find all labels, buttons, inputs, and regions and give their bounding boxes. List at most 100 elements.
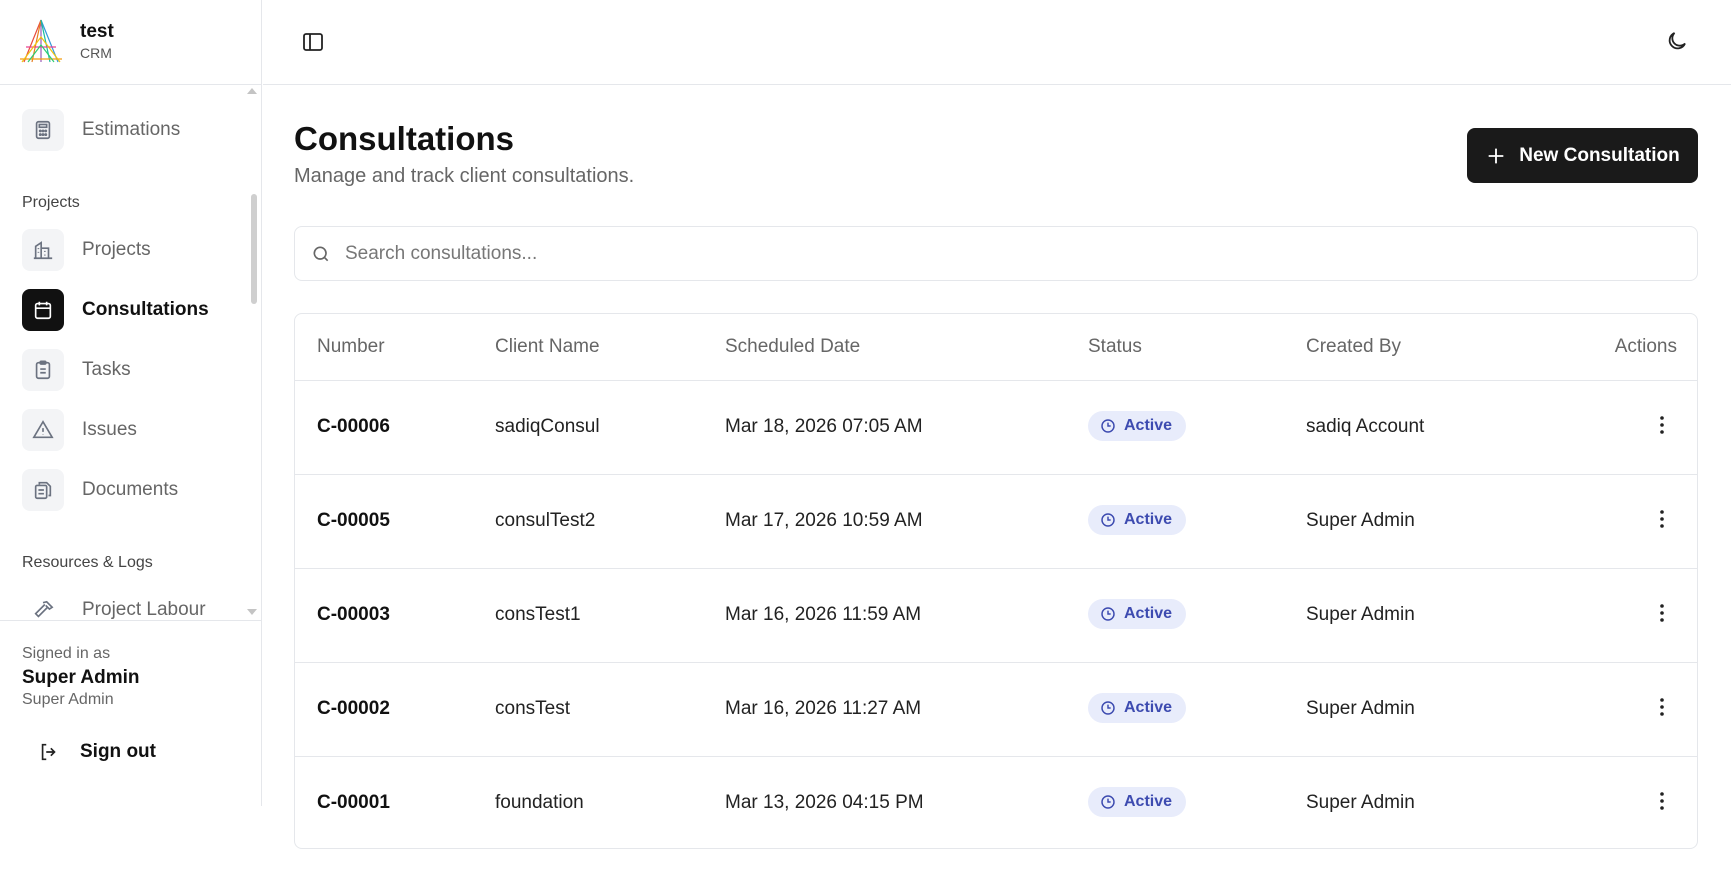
clock-icon (1101, 419, 1115, 433)
table-row[interactable]: C-00006 sadiqConsul Mar 18, 2026 07:05 A… (295, 381, 1697, 475)
consultation-number[interactable]: C-00002 (317, 698, 390, 720)
calculator-icon (22, 109, 64, 151)
sidebar-scrollbar[interactable] (251, 194, 257, 304)
more-vertical-icon[interactable] (1650, 507, 1674, 531)
sidebar-item-label: Project Labour (82, 599, 206, 620)
more-vertical-icon[interactable] (1650, 695, 1674, 719)
scheduled-date: Mar 13, 2026 04:15 PM (725, 792, 924, 813)
client-name: consulTest2 (495, 510, 596, 531)
calendar-icon (22, 289, 64, 331)
scheduled-date: Mar 18, 2026 07:05 AM (725, 416, 923, 437)
column-header-actions: Actions (1614, 336, 1677, 357)
sidebar-item-estimations[interactable]: Estimations (22, 108, 180, 152)
alert-triangle-icon (22, 409, 64, 451)
status-label: Active (1124, 793, 1173, 810)
user-info: Signed in as Super Admin Super Admin (0, 620, 261, 709)
column-header-number[interactable]: Number (317, 336, 385, 358)
client-name: consTest (495, 698, 570, 719)
sidebar-item-consultations[interactable]: Consultations (22, 288, 209, 332)
sidebar: test CRM Estimations Projects Projects C… (0, 0, 262, 806)
sidebar-toggle-icon[interactable] (301, 30, 325, 54)
clock-icon (1101, 513, 1115, 527)
search-bar (294, 226, 1698, 281)
sidebar-item-issues[interactable]: Issues (22, 408, 137, 452)
nav-section-resources: Resources & Logs (22, 554, 153, 571)
table-row[interactable]: C-00003 consTest1 Mar 16, 2026 11:59 AM … (295, 569, 1697, 663)
clock-icon (1101, 795, 1115, 809)
page-title: Consultations (294, 120, 514, 157)
sidebar-item-projects[interactable]: Projects (22, 228, 151, 272)
plus-icon (1488, 148, 1504, 163)
sidebar-item-documents[interactable]: Documents (22, 468, 178, 512)
created-by: sadiq Account (1306, 416, 1425, 437)
brand-name: test (80, 21, 114, 42)
sidebar-item-label: Issues (82, 419, 137, 440)
sign-out-label: Sign out (80, 741, 156, 762)
logout-icon (41, 743, 56, 761)
sidebar-item-project-labour[interactable]: Project Labour (22, 588, 206, 620)
moon-icon[interactable] (1665, 29, 1689, 53)
logo-icon (20, 19, 62, 63)
table-row[interactable]: C-00002 consTest Mar 16, 2026 11:27 AM A… (295, 663, 1697, 757)
sign-out-button[interactable]: Sign out (38, 741, 156, 763)
status-label: Active (1124, 605, 1173, 622)
scroll-down-arrow[interactable] (247, 609, 257, 615)
consultation-number[interactable]: C-00003 (317, 604, 390, 626)
clipboard-icon (22, 349, 64, 391)
sidebar-item-label: Tasks (82, 359, 131, 380)
nav-section-projects: Projects (22, 194, 80, 211)
consultations-table: Number Client Name Scheduled Date Status… (294, 313, 1698, 849)
sidebar-item-label: Projects (82, 239, 151, 260)
status-badge: Active (1088, 411, 1187, 441)
status-label: Active (1124, 511, 1173, 528)
new-consultation-label: New Consultation (1519, 144, 1680, 166)
search-input[interactable] (345, 242, 1645, 265)
clock-icon (1101, 607, 1115, 621)
clock-icon (1101, 701, 1115, 715)
column-header-scheduled-date[interactable]: Scheduled Date (725, 336, 860, 358)
signed-in-label: Signed in as (22, 645, 111, 662)
sidebar-item-label: Estimations (82, 119, 181, 140)
scheduled-date: Mar 16, 2026 11:27 AM (725, 698, 922, 719)
table-row[interactable]: C-00001 foundation Mar 13, 2026 04:15 PM… (295, 757, 1697, 848)
consultation-number[interactable]: C-00005 (317, 510, 390, 532)
consultation-number[interactable]: C-00001 (317, 792, 390, 814)
status-label: Active (1124, 699, 1173, 716)
user-name: Super Admin (22, 667, 140, 688)
brand[interactable]: test CRM (0, 0, 261, 85)
more-vertical-icon[interactable] (1650, 413, 1674, 437)
files-icon (22, 469, 64, 511)
scroll-up-arrow[interactable] (247, 88, 257, 94)
consultation-number[interactable]: C-00006 (317, 416, 390, 438)
created-by: Super Admin (1306, 510, 1415, 531)
column-header-status[interactable]: Status (1088, 336, 1142, 358)
client-name: sadiqConsul (495, 416, 600, 437)
building-icon (22, 229, 64, 271)
more-vertical-icon[interactable] (1650, 601, 1674, 625)
new-consultation-button[interactable]: New Consultation (1467, 128, 1698, 183)
sidebar-item-tasks[interactable]: Tasks (22, 348, 131, 392)
search-icon (313, 246, 329, 261)
sidebar-item-label: Documents (82, 479, 179, 500)
hammer-icon (22, 589, 64, 620)
user-role: Super Admin (22, 691, 114, 708)
table-row[interactable]: C-00005 consulTest2 Mar 17, 2026 10:59 A… (295, 475, 1697, 569)
status-badge: Active (1088, 787, 1187, 817)
column-header-client-name[interactable]: Client Name (495, 336, 600, 358)
column-header-created-by[interactable]: Created By (1306, 336, 1401, 358)
client-name: consTest1 (495, 604, 581, 625)
scheduled-date: Mar 16, 2026 11:59 AM (725, 604, 922, 625)
brand-subtitle: CRM (80, 45, 112, 61)
status-label: Active (1124, 417, 1173, 434)
created-by: Super Admin (1306, 792, 1415, 813)
status-badge: Active (1088, 693, 1187, 723)
table-header: Number Client Name Scheduled Date Status… (295, 314, 1697, 381)
sidebar-nav: Estimations Projects Projects Consultati… (0, 86, 261, 620)
top-bar (263, 0, 1731, 85)
created-by: Super Admin (1306, 604, 1415, 625)
client-name: foundation (495, 792, 584, 813)
more-vertical-icon[interactable] (1650, 789, 1674, 813)
status-badge: Active (1088, 505, 1187, 535)
page-subtitle: Manage and track client consultations. (294, 165, 635, 187)
scheduled-date: Mar 17, 2026 10:59 AM (725, 510, 923, 531)
